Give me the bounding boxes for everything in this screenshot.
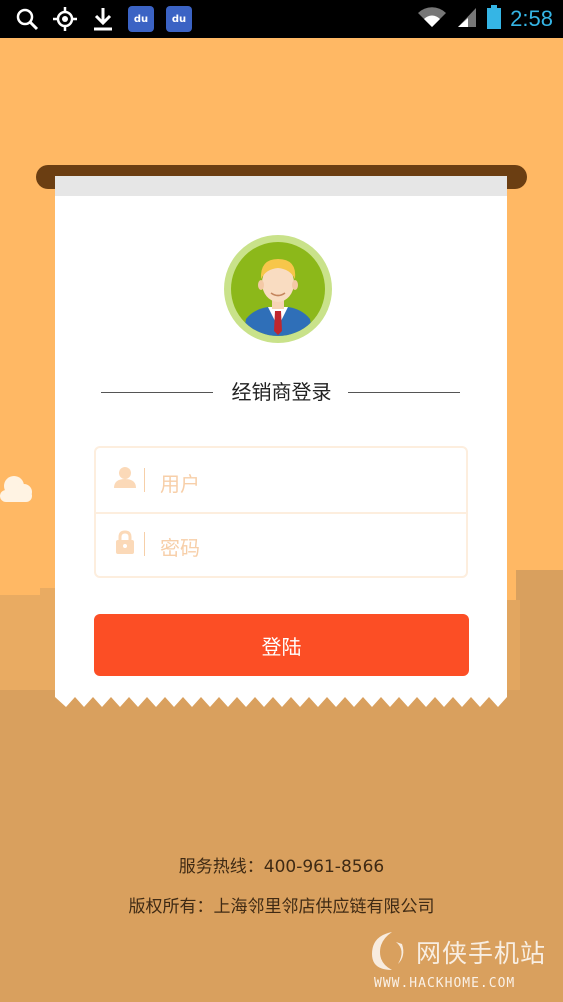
baidu-icon-label: du <box>133 13 149 25</box>
watermark: 网侠手机站 WWW.HACKHOME.COM <box>366 928 561 998</box>
status-bar-system: 2:58 <box>416 4 553 34</box>
user-avatar <box>224 235 332 343</box>
username-input[interactable]: 用户 <box>160 470 200 498</box>
username-field[interactable]: 用户 <box>96 448 466 512</box>
card-zigzag-edge <box>55 689 507 707</box>
copyright-text: 版权所有：上海邻里邻店供应链有限公司 <box>128 897 435 917</box>
login-form: 用户 密码 <box>94 446 468 578</box>
watermark-en: WWW.HACKHOME.COM <box>374 976 516 991</box>
baidu-icon: du <box>128 6 154 32</box>
watermark-cn: 网侠手机站 <box>416 939 547 968</box>
cloud-icon <box>0 476 32 502</box>
signal-icon <box>456 5 478 33</box>
watermark-logo-icon <box>372 932 404 970</box>
status-bar-notifications: du du <box>14 6 192 32</box>
background-building <box>506 600 520 695</box>
baidu-icon: du <box>166 6 192 32</box>
download-icon <box>90 6 116 32</box>
lock-icon <box>116 530 134 554</box>
title-divider-right <box>348 392 460 393</box>
status-bar: du du 2:58 <box>0 0 563 38</box>
field-separator <box>144 468 145 492</box>
login-button[interactable]: 登陆 <box>94 614 469 676</box>
baidu-icon-label: du <box>171 13 187 25</box>
background-building <box>0 595 42 695</box>
card-top-strip <box>55 176 507 196</box>
wifi-icon <box>416 5 448 33</box>
hotline-text: 服务热线：400-961-8566 <box>178 857 385 877</box>
password-field[interactable]: 密码 <box>96 514 466 576</box>
field-separator <box>144 532 145 556</box>
password-input[interactable]: 密码 <box>160 534 200 562</box>
background-building <box>516 570 563 695</box>
search-icon <box>14 6 40 32</box>
title-divider-left <box>101 392 213 393</box>
user-icon <box>114 467 136 488</box>
battery-icon <box>486 4 502 34</box>
status-time: 2:58 <box>510 6 553 31</box>
page-title: 经销商登录 <box>231 380 332 404</box>
location-icon <box>52 6 78 32</box>
